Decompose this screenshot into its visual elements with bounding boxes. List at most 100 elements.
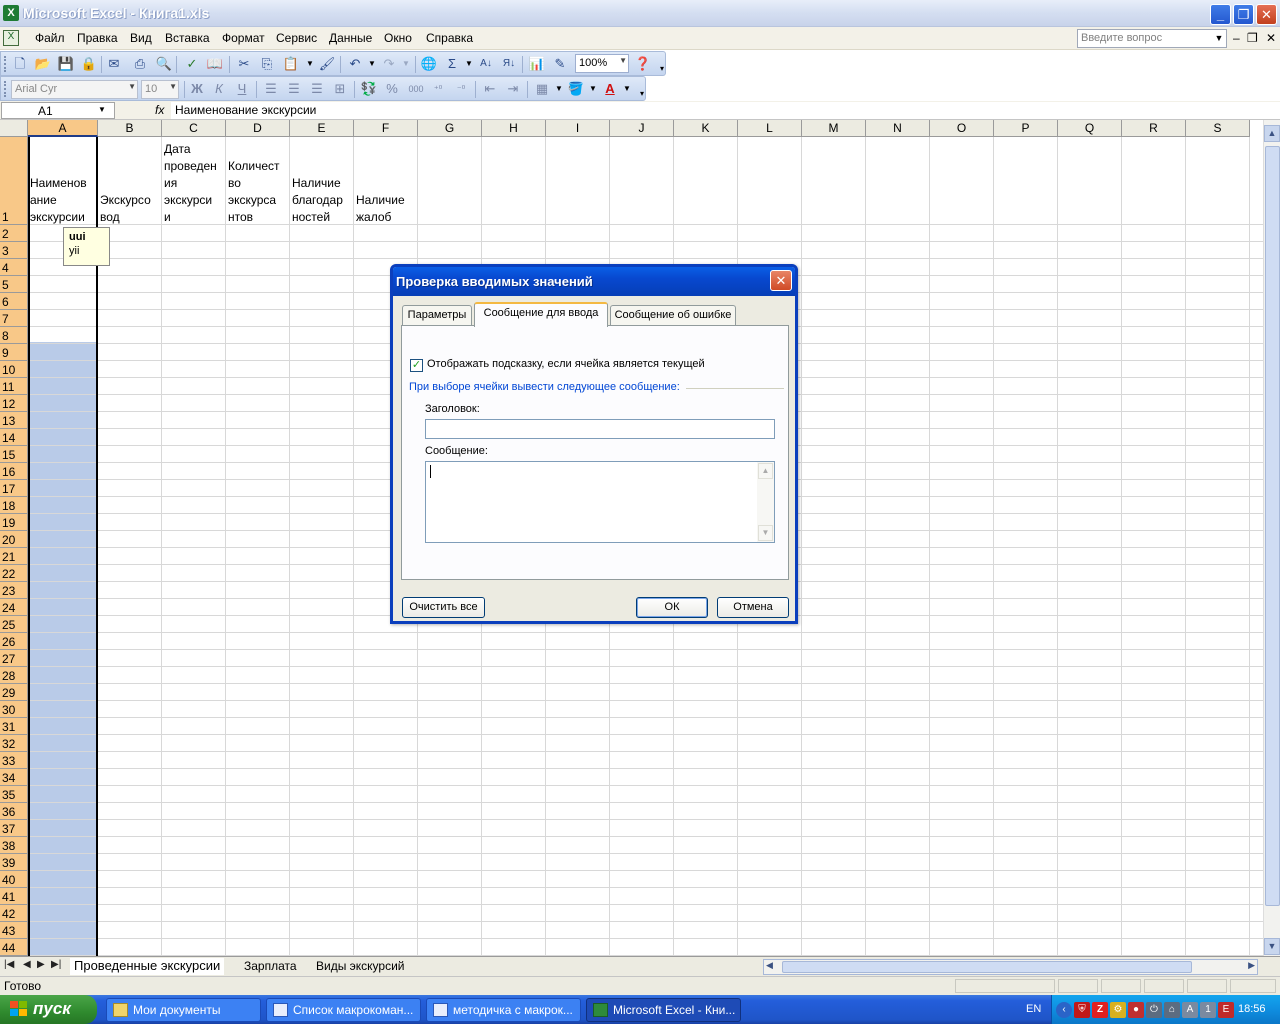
merge-center-icon[interactable]: ⊞	[331, 80, 349, 98]
scroll-right-icon[interactable]: ▶	[1248, 960, 1255, 971]
ok-button[interactable]: ОК	[636, 597, 708, 618]
hyperlink-icon[interactable]: 🌐	[420, 55, 438, 73]
row-header-30[interactable]: 30	[0, 701, 28, 718]
title-field[interactable]	[425, 419, 775, 439]
column-header-o[interactable]: O	[930, 120, 994, 137]
message-textarea[interactable]: ▲ ▼	[425, 461, 775, 543]
row-header-36[interactable]: 36	[0, 803, 28, 820]
menu-view[interactable]: Вид	[130, 31, 152, 45]
dialog-title-bar[interactable]: Проверка вводимых значений ✕	[393, 267, 795, 296]
increase-decimal-icon[interactable]: ⁺⁰	[429, 80, 447, 98]
vertical-scrollbar[interactable]: ▲ ▼	[1263, 120, 1280, 956]
column-header-m[interactable]: M	[802, 120, 866, 137]
row-header-28[interactable]: 28	[0, 667, 28, 684]
italic-button[interactable]: К	[210, 80, 228, 98]
chevron-down-icon[interactable]: ▼	[550, 80, 568, 98]
scroll-down-icon[interactable]: ▼	[1264, 938, 1280, 955]
thousands-button[interactable]: 000	[405, 80, 427, 98]
save-icon[interactable]: 💾	[57, 55, 75, 73]
show-input-message-checkbox[interactable]: ✓	[410, 359, 423, 372]
chevron-down-icon[interactable]: ▼	[1212, 30, 1226, 47]
font-select[interactable]: Arial Cyr ▼	[11, 80, 138, 99]
menu-window[interactable]: Окно	[384, 31, 412, 45]
column-header-k[interactable]: K	[674, 120, 738, 137]
chevron-down-icon[interactable]: ▼	[169, 82, 177, 91]
first-sheet-icon[interactable]: |◀	[4, 959, 14, 970]
row-header-42[interactable]: 42	[0, 905, 28, 922]
bold-button[interactable]: Ж	[188, 80, 206, 98]
chevron-down-icon[interactable]: ▼	[98, 105, 106, 114]
row-header-23[interactable]: 23	[0, 582, 28, 599]
row-header-10[interactable]: 10	[0, 361, 28, 378]
row-header-6[interactable]: 6	[0, 293, 28, 310]
sheet-tab-salary[interactable]: Зарплата	[240, 958, 301, 975]
row-header-1[interactable]: 1	[0, 137, 28, 225]
tab-error-message[interactable]: Сообщение об ошибке	[610, 305, 736, 326]
chevron-down-icon[interactable]: ▼	[128, 82, 136, 91]
column-header-f[interactable]: F	[354, 120, 418, 137]
row-header-24[interactable]: 24	[0, 599, 28, 616]
column-header-r[interactable]: R	[1122, 120, 1186, 137]
toolbar-grip[interactable]	[4, 56, 7, 72]
name-box[interactable]: A1 ▼	[1, 102, 115, 119]
print-preview-icon[interactable]: 🔍	[155, 55, 173, 73]
cell-c1[interactable]: Дата проведен ия экскурси и	[162, 138, 226, 226]
fill-color-icon[interactable]: 🪣	[567, 80, 585, 98]
toolbar-grip[interactable]	[4, 81, 7, 97]
row-header-27[interactable]: 27	[0, 650, 28, 667]
format-painter-icon[interactable]: 🖌	[318, 55, 336, 73]
row-header-40[interactable]: 40	[0, 871, 28, 888]
menu-insert[interactable]: Вставка	[165, 31, 210, 45]
zoom-select[interactable]: 100% ▼	[575, 54, 629, 73]
next-sheet-icon[interactable]: ▶	[37, 959, 45, 970]
column-header-h[interactable]: H	[482, 120, 546, 137]
row-header-11[interactable]: 11	[0, 378, 28, 395]
excel-icon[interactable]: X	[3, 5, 19, 21]
menu-data[interactable]: Данные	[329, 31, 372, 45]
row-header-38[interactable]: 38	[0, 837, 28, 854]
row-header-21[interactable]: 21	[0, 548, 28, 565]
cut-icon[interactable]: ✂	[235, 55, 253, 73]
row-header-13[interactable]: 13	[0, 412, 28, 429]
row-header-32[interactable]: 32	[0, 735, 28, 752]
chevron-down-icon[interactable]: ▼	[301, 55, 319, 73]
help-question-input[interactable]: Введите вопрос ▼	[1077, 29, 1227, 48]
column-header-p[interactable]: P	[994, 120, 1058, 137]
paste-icon[interactable]: 📋	[282, 55, 300, 73]
chevron-down-icon[interactable]: ▼	[363, 55, 381, 73]
row-header-18[interactable]: 18	[0, 497, 28, 514]
tray-app-icon[interactable]: ⌂	[1164, 1002, 1180, 1018]
tab-parameters[interactable]: Параметры	[402, 305, 472, 326]
help-icon[interactable]: ❓	[634, 55, 652, 73]
align-left-icon[interactable]: ☰	[262, 80, 280, 98]
toolbar-options-icon[interactable]: ▾	[653, 60, 671, 78]
sheet-tab-types[interactable]: Виды экскурсий	[312, 958, 409, 975]
clear-all-button[interactable]: Очистить все	[402, 597, 485, 618]
row-header-34[interactable]: 34	[0, 769, 28, 786]
borders-icon[interactable]: ▦	[533, 80, 551, 98]
font-color-button[interactable]: A	[601, 80, 619, 98]
menu-help[interactable]: Справка	[426, 31, 473, 45]
dialog-close-icon[interactable]: ✕	[770, 270, 792, 291]
cell-f1[interactable]: Наличие жалоб	[354, 138, 418, 226]
row-header-12[interactable]: 12	[0, 395, 28, 412]
row-header-25[interactable]: 25	[0, 616, 28, 633]
currency-icon[interactable]: 💱	[360, 80, 378, 98]
sort-ascending-icon[interactable]: A↓	[477, 55, 495, 73]
workbook-close-button[interactable]: ✕	[1266, 31, 1276, 45]
task-my-documents[interactable]: Мои документы	[106, 998, 261, 1022]
sheet-tab-conducted[interactable]: Проведенные экскурсии	[70, 958, 225, 975]
task-excel[interactable]: Microsoft Excel - Кни...	[586, 998, 741, 1022]
workbook-minimize-button[interactable]: –	[1233, 31, 1240, 45]
column-header-s[interactable]: S	[1186, 120, 1250, 137]
column-header-g[interactable]: G	[418, 120, 482, 137]
column-header-d[interactable]: D	[226, 120, 290, 137]
row-header-41[interactable]: 41	[0, 888, 28, 905]
scroll-up-icon[interactable]: ▲	[1264, 125, 1280, 142]
close-button[interactable]: ✕	[1256, 4, 1277, 25]
cell-b1[interactable]: Экскурсо вод	[98, 138, 162, 226]
row-header-5[interactable]: 5	[0, 276, 28, 293]
column-header-a[interactable]: A	[28, 120, 98, 137]
task-methodology[interactable]: методичка с макрок...	[426, 998, 581, 1022]
vertical-scroll-thumb[interactable]	[1265, 146, 1280, 906]
